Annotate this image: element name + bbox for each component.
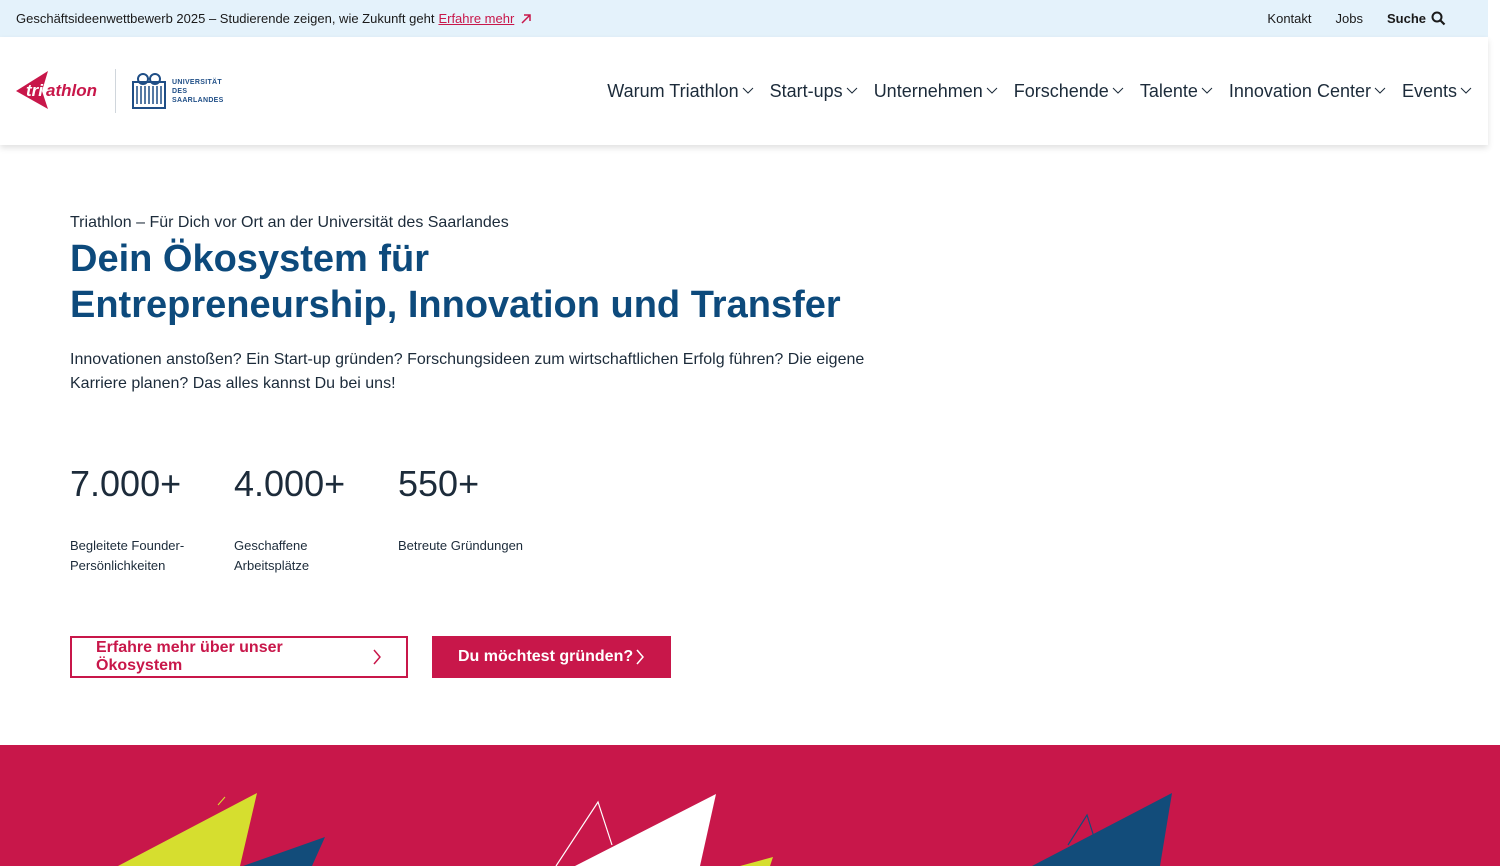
chevron-down-icon <box>1112 87 1124 94</box>
nav-label: Forschende <box>1013 80 1109 101</box>
nav-label: Start-ups <box>769 80 843 101</box>
nav-item-warum-triathlon[interactable]: Warum Triathlon <box>607 80 754 102</box>
nav-label: Innovation Center <box>1228 80 1371 101</box>
chevron-right-icon <box>373 649 381 665</box>
chevron-down-icon <box>846 87 858 94</box>
stat-value: 7.000+ <box>70 463 182 504</box>
main-nav: Warum Triathlon Start-ups Unternehmen Fo… <box>607 37 1472 145</box>
hero-title-line-1: Dein Ökosystem für <box>70 238 429 280</box>
university-line-2: DES <box>172 87 188 95</box>
university-line-1: UNIVERSITÄT <box>172 78 222 86</box>
logo-text-overlay: tri <box>26 81 44 100</box>
logo-divider <box>115 69 116 113</box>
nav-item-events[interactable]: Events <box>1402 81 1472 102</box>
nav-item-start-ups[interactable]: Start-ups <box>770 81 858 102</box>
announcement-text: Geschäftsideenwettbewerb 2025 – Studiere… <box>16 11 435 26</box>
chevron-down-icon <box>1374 87 1386 94</box>
stat-jobs: 4.000+ Geschaffene Arbeitsplätze <box>234 462 398 576</box>
chevron-down-icon <box>742 87 754 94</box>
chevron-down-icon <box>1201 87 1213 94</box>
nav-label: Warum Triathlon <box>607 80 739 101</box>
stat-label: Begleitete Founder-Persönlichkeiten <box>70 538 185 573</box>
decorative-band <box>0 745 1500 866</box>
stat-founders: 7.000+ Begleitete Founder-Persönlichkeit… <box>70 462 234 576</box>
found-startup-button-label: Du möchtest gründen? <box>458 648 634 665</box>
nav-label: Talente <box>1139 80 1198 101</box>
announcement-bar: Geschäftsideenwettbewerb 2025 – Studiere… <box>0 0 1488 37</box>
triathlon-logo-icon: tri athlon <box>16 71 97 109</box>
announcement-link[interactable]: Erfahre mehr <box>438 11 514 26</box>
jobs-link[interactable]: Jobs <box>1336 11 1363 26</box>
ecosystem-button-label: Erfahre mehr über unser Ökosystem <box>96 639 283 674</box>
search-button[interactable]: Suche <box>1387 11 1446 26</box>
university-logo[interactable]: UNIVERSITÄT DES SAARLANDES <box>132 71 232 111</box>
nav-item-talente[interactable]: Talente <box>1140 81 1213 102</box>
hero-title: Dein Ökosystem für Entrepreneurship, Inn… <box>70 236 890 328</box>
search-icon <box>1431 11 1446 26</box>
nav-item-innovation-center[interactable]: Innovation Center <box>1229 81 1386 102</box>
search-label: Suche <box>1386 11 1426 26</box>
announcement: Geschäftsideenwettbewerb 2025 – Studiere… <box>16 11 532 26</box>
stat-value: 4.000+ <box>234 463 346 504</box>
external-arrow-icon <box>521 13 532 24</box>
university-seal-icon <box>132 73 166 109</box>
stat-startups: 550+ Betreute Gründungen <box>398 462 562 576</box>
stat-label: Betreute Gründungen <box>398 538 524 553</box>
chevron-down-icon <box>986 87 998 94</box>
nav-item-forschende[interactable]: Forschende <box>1014 81 1124 102</box>
stats-row: 7.000+ Begleitete Founder-Persönlichkeit… <box>70 462 562 576</box>
hero-section: Triathlon – Für Dich vor Ort an der Univ… <box>70 214 890 396</box>
stat-value: 550+ <box>398 463 480 504</box>
university-name: UNIVERSITÄT DES SAARLANDES <box>172 78 224 105</box>
site-header: tri athlon UNIVERSITÄT DES SAARLANDES Wa… <box>0 37 1488 145</box>
stat-label: Geschaffene Arbeitsplätze <box>234 538 310 573</box>
logo-text: athlon <box>46 81 97 100</box>
nav-label: Unternehmen <box>873 80 983 101</box>
nav-item-unternehmen[interactable]: Unternehmen <box>874 81 998 102</box>
university-line-3: SAARLANDES <box>172 96 224 104</box>
hero-kicker: Triathlon – Für Dich vor Ort an der Univ… <box>70 214 509 231</box>
utility-nav: Kontakt Jobs Suche <box>1267 11 1472 26</box>
ecosystem-button[interactable]: Erfahre mehr über unser Ökosystem <box>70 636 408 678</box>
contact-link[interactable]: Kontakt <box>1267 11 1311 26</box>
found-startup-button[interactable]: Du möchtest gründen? <box>432 636 671 678</box>
triangle-pattern-graphic <box>118 793 1172 866</box>
hero-lead: Innovationen anstoßen? Ein Start-up grün… <box>70 351 865 392</box>
hero-title-line-2: Entrepreneurship, Innovation und Transfe… <box>70 284 841 326</box>
chevron-down-icon <box>1460 87 1472 94</box>
chevron-right-icon <box>636 649 644 665</box>
nav-label: Events <box>1401 80 1457 101</box>
